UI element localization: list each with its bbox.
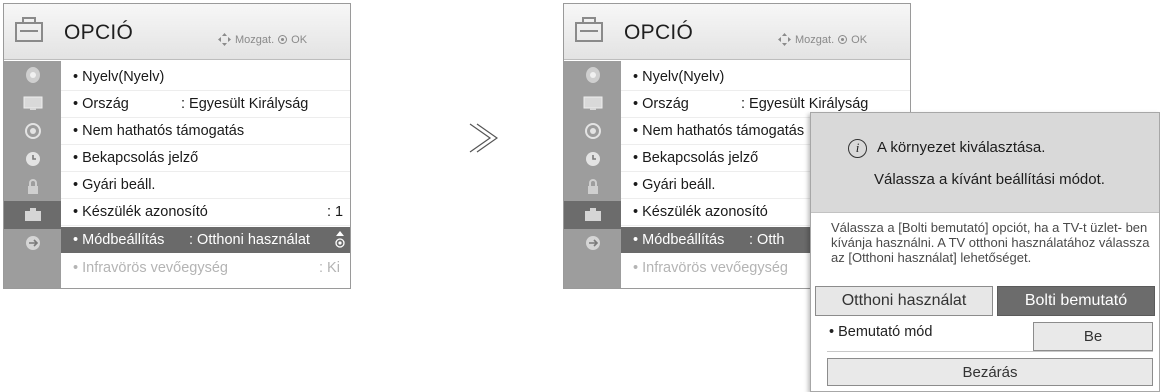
menu-item-label: Nem hathatós támogatás xyxy=(642,123,805,139)
menu-item-country[interactable]: • Ország: Egyesült Királyság xyxy=(61,91,350,117)
menu-item-value: : Ki xyxy=(319,260,340,276)
menu-item-label: Infravörös vevőegység xyxy=(82,260,228,276)
up-down-arrow-icon[interactable] xyxy=(335,230,345,250)
dialog-subtitle: Válassza a kívánt beállítási módot. xyxy=(874,171,1105,188)
hint-ok-label: OK xyxy=(851,33,868,46)
sidebar-item-time[interactable] xyxy=(564,145,621,173)
speaker-icon xyxy=(24,123,41,139)
lock-icon xyxy=(587,179,598,194)
menu-item-value: : Otthoni használat xyxy=(189,232,310,248)
menu-item-label: Gyári beáll. xyxy=(642,177,716,193)
category-sidebar xyxy=(4,61,61,288)
dialog-header: i A környezet kiválasztása. Válassza a k… xyxy=(811,113,1159,213)
info-icon: i xyxy=(848,139,867,158)
menu-item-value: : Egyesült Királyság xyxy=(741,96,869,112)
sidebar-item-audio[interactable] xyxy=(564,117,621,145)
demo-mode-toggle[interactable]: Be xyxy=(1033,322,1153,351)
menu-item-label: Nem hathatós támogatás xyxy=(82,123,245,139)
menu-item-mode-setting[interactable]: • Módbeállítás: Otthoni használat xyxy=(61,227,350,253)
picture-icon xyxy=(583,96,602,110)
environment-select-dialog: i A környezet kiválasztása. Válassza a k… xyxy=(810,112,1160,392)
option-menu-list: • Nyelv(Nyelv) • Ország: Egyesült Király… xyxy=(61,61,350,288)
sidebar-item-lock[interactable] xyxy=(4,173,61,201)
menu-item-ir-receiver[interactable]: • Infravörös vevőegység: Ki xyxy=(61,255,350,281)
input-icon xyxy=(585,236,600,250)
dpad-icon xyxy=(218,33,231,46)
menu-item-label: Módbeállítás xyxy=(82,232,165,248)
ok-button-icon xyxy=(278,35,288,44)
store-demo-button[interactable]: Bolti bemutató xyxy=(997,286,1155,316)
menu-item-label: Nyelv(Nyelv) xyxy=(82,69,165,85)
satellite-dish-icon xyxy=(585,67,600,83)
divider xyxy=(61,225,350,226)
sidebar-item-option[interactable] xyxy=(564,201,621,229)
option-icon xyxy=(584,208,601,221)
close-button[interactable]: Bezárás xyxy=(827,358,1153,386)
category-sidebar xyxy=(564,61,621,288)
sidebar-item-time[interactable] xyxy=(4,145,61,173)
clock-icon xyxy=(25,152,40,166)
menu-item-value: : Otth xyxy=(749,232,785,248)
sidebar-item-input[interactable] xyxy=(564,229,621,257)
next-step-arrow-icon xyxy=(469,123,498,153)
sidebar-item-setup[interactable] xyxy=(564,61,621,89)
dialog-description: Válassza a [Bolti bemutató] opciót, ha a… xyxy=(831,220,1150,265)
menu-item-label: Készülék azonosító xyxy=(82,204,208,220)
divider xyxy=(827,351,1153,352)
menu-item-power-indicator[interactable]: • Bekapcsolás jelző xyxy=(61,145,350,171)
option-menu-panel-left: OPCIÓ Mozgat. OK • Nyelv(Nyelv) • Ország… xyxy=(3,3,351,289)
menu-item-label: Gyári beáll. xyxy=(82,177,156,193)
lock-icon xyxy=(27,179,38,194)
menu-item-label: Infravörös vevőegység xyxy=(642,260,788,276)
hint-move-label: Mozgat. xyxy=(235,33,275,46)
sidebar-item-picture[interactable] xyxy=(4,89,61,117)
menu-title: OPCIÓ xyxy=(64,21,134,44)
satellite-dish-icon xyxy=(25,67,40,83)
option-category-icon xyxy=(575,17,603,42)
input-icon xyxy=(25,236,40,250)
hint-move-label: Mozgat. xyxy=(795,33,835,46)
home-use-button[interactable]: Otthoni használat xyxy=(815,286,993,316)
menu-item-label: Módbeállítás xyxy=(642,232,725,248)
menu-title-bar: OPCIÓ Mozgat. OK xyxy=(4,4,350,60)
sidebar-item-input[interactable] xyxy=(4,229,61,257)
menu-item-factory-reset[interactable]: • Gyári beáll. xyxy=(61,172,350,198)
menu-item-disability-assistance[interactable]: • Nem hathatós támogatás xyxy=(61,118,350,144)
menu-item-language[interactable]: • Nyelv(Nyelv) xyxy=(61,64,350,90)
sidebar-item-lock[interactable] xyxy=(564,173,621,201)
option-category-icon xyxy=(15,17,43,42)
clock-icon xyxy=(585,152,600,166)
hint-ok-label: OK xyxy=(291,33,308,46)
menu-item-label: Készülék azonosító xyxy=(642,204,768,220)
navigation-hint: Mozgat. OK xyxy=(778,33,867,46)
navigation-hint: Mozgat. OK xyxy=(218,33,307,46)
sidebar-item-setup[interactable] xyxy=(4,61,61,89)
sidebar-item-picture[interactable] xyxy=(564,89,621,117)
menu-item-value: : 1 xyxy=(327,204,344,220)
menu-item-value: : Egyesült Királyság xyxy=(181,96,309,112)
menu-item-set-id[interactable]: • Készülék azonosító: 1 xyxy=(61,199,350,225)
menu-title: OPCIÓ xyxy=(624,21,694,44)
ok-button-icon xyxy=(838,35,848,44)
option-icon xyxy=(24,208,41,221)
menu-item-label: Bekapcsolás jelző xyxy=(82,150,199,166)
menu-item-language[interactable]: • Nyelv(Nyelv) xyxy=(621,64,910,90)
menu-item-label: Nyelv(Nyelv) xyxy=(642,69,725,85)
menu-item-label: Ország xyxy=(642,96,689,112)
sidebar-item-audio[interactable] xyxy=(4,117,61,145)
demo-mode-label: • Bemutató mód xyxy=(829,324,933,340)
sidebar-item-option[interactable] xyxy=(4,201,61,229)
menu-item-label: Bekapcsolás jelző xyxy=(642,150,759,166)
picture-icon xyxy=(23,96,42,110)
menu-item-label: Ország xyxy=(82,96,129,112)
menu-title-bar: OPCIÓ Mozgat. OK xyxy=(564,4,910,60)
dialog-title: A környezet kiválasztása. xyxy=(877,139,1046,156)
speaker-icon xyxy=(584,123,601,139)
dpad-icon xyxy=(778,33,791,46)
